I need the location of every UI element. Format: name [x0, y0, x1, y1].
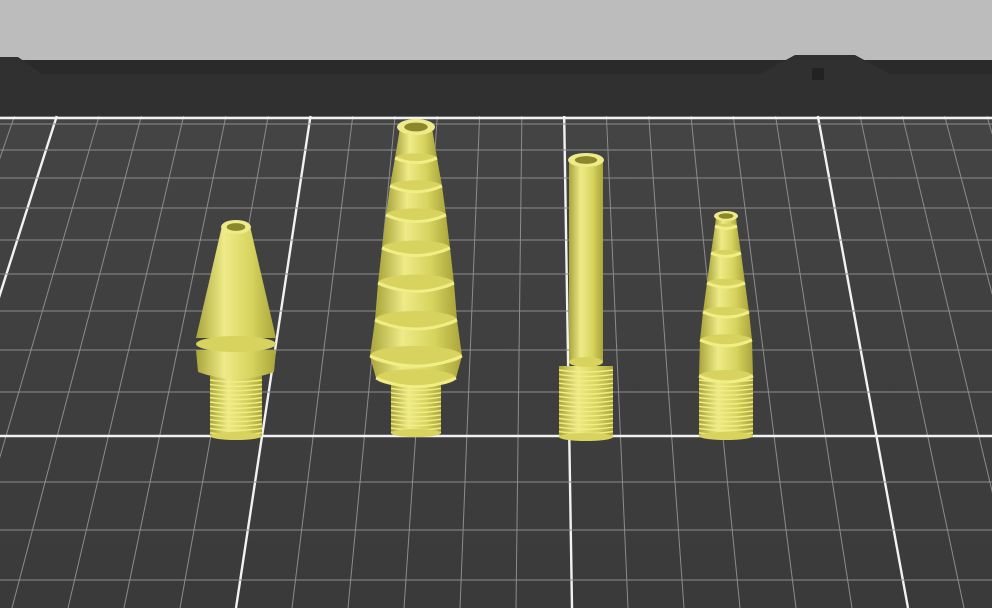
step-lower-edge — [370, 345, 462, 367]
thread-bottom — [699, 432, 753, 440]
bore-opening — [404, 122, 428, 132]
3d-viewport[interactable] — [0, 0, 992, 608]
thread-bottom — [210, 432, 262, 440]
cone-shoulder — [196, 336, 276, 352]
thread-bottom — [391, 429, 441, 437]
background — [0, 0, 992, 60]
step-lower-edge — [375, 310, 457, 330]
print-bed — [0, 116, 992, 608]
bore-opening — [574, 156, 598, 164]
bore-opening — [226, 223, 246, 231]
step-segment — [711, 226, 741, 253]
step-lower-edge — [378, 274, 454, 292]
straight-tube — [569, 162, 603, 362]
bed-corner-marker — [812, 68, 824, 80]
thread-bottom — [559, 433, 613, 441]
step-lower-edge — [376, 369, 456, 387]
cone-collar — [196, 350, 276, 379]
bore-opening — [718, 213, 734, 219]
tube-base — [569, 357, 603, 367]
print-bed-scene[interactable] — [0, 0, 992, 608]
bed-back-rim — [0, 55, 992, 118]
